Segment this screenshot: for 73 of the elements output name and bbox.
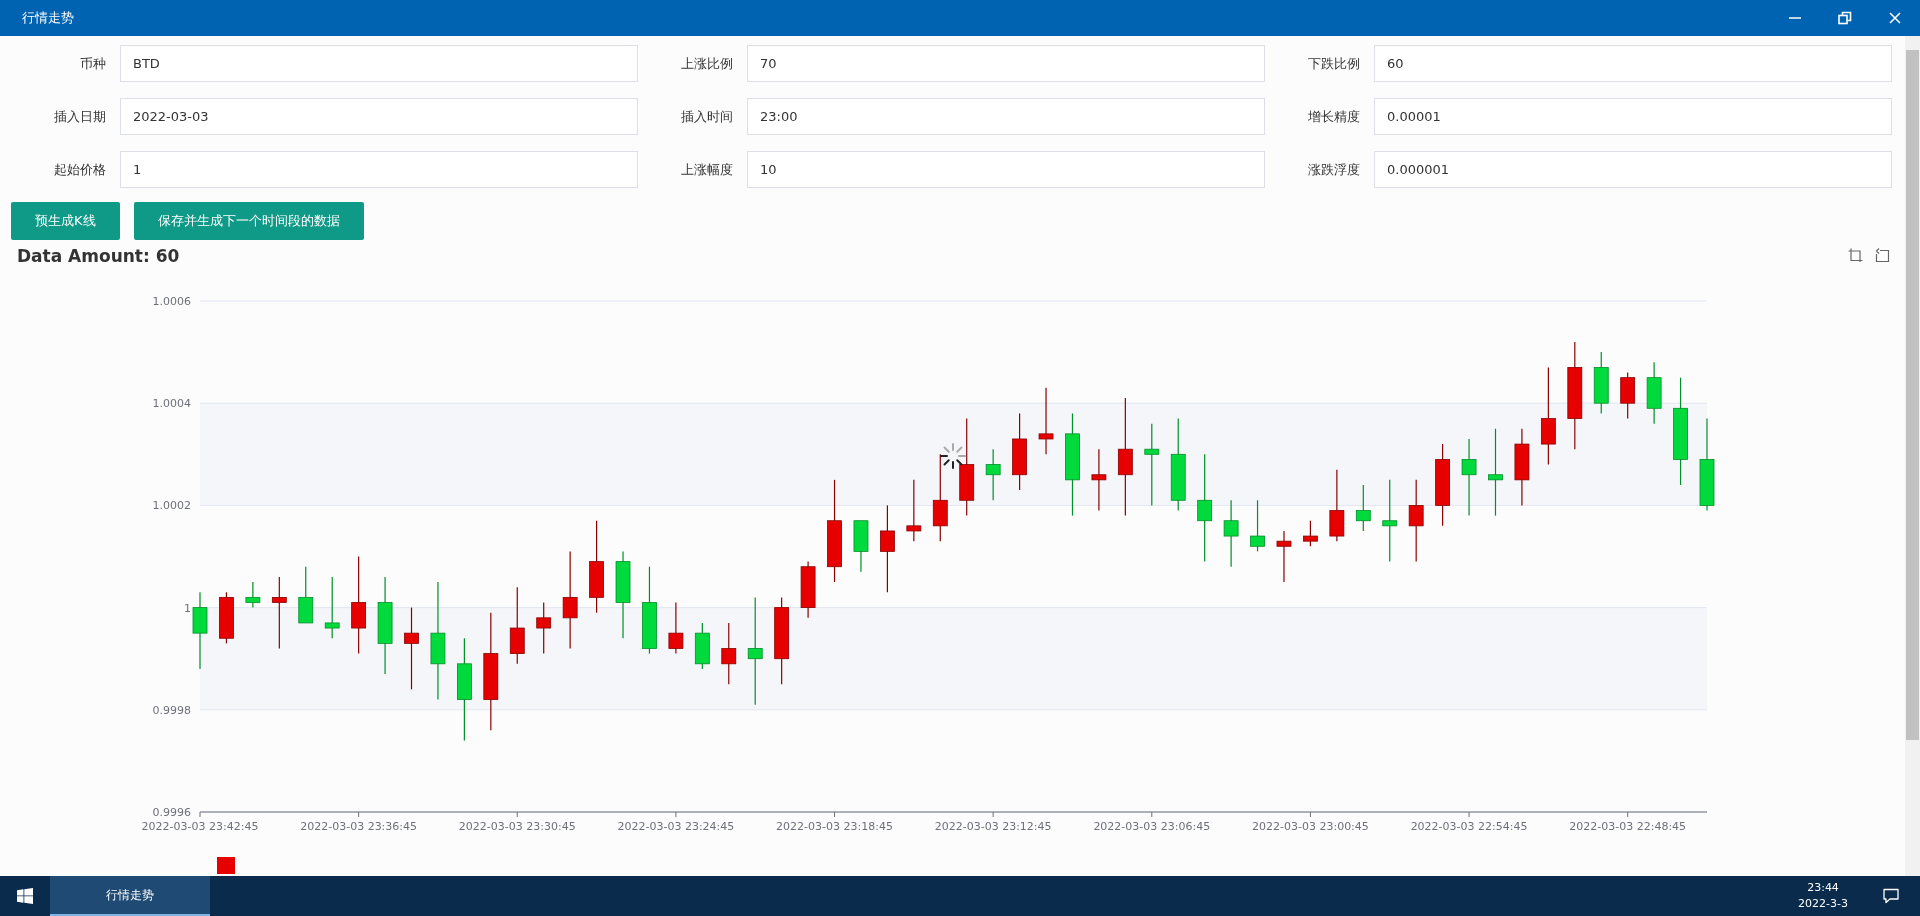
y-axis-label: 1.0006 (152, 295, 191, 308)
input-field[interactable]: 23:00 (747, 98, 1265, 135)
taskbar-item[interactable]: 行情走势 (50, 876, 210, 916)
candlestick (985, 448, 1001, 501)
x-axis-label: 2022-03-03 23:06:45 (1093, 820, 1211, 833)
candlestick (1091, 448, 1107, 512)
loading-spinner-icon (940, 443, 966, 469)
field-label: 起始价格 (53, 160, 106, 179)
reset-icon[interactable] (1875, 248, 1890, 263)
input-field[interactable]: BTD (120, 45, 638, 82)
restore-icon[interactable] (1838, 11, 1852, 25)
input-field[interactable]: 0.000001 (1374, 151, 1892, 188)
field-label: 上涨幅度 (680, 160, 733, 179)
input-field[interactable]: 10 (747, 151, 1265, 188)
input-field[interactable]: 70 (747, 45, 1265, 82)
candlestick (245, 581, 261, 609)
notification-icon[interactable] (1882, 888, 1900, 904)
y-axis-label: 0.9996 (152, 806, 191, 819)
candlestick (906, 479, 922, 542)
windows-logo-icon[interactable] (17, 888, 33, 904)
candlestick (1038, 387, 1054, 455)
x-axis-label: 2022-03-03 23:24:45 (617, 820, 735, 833)
input-field[interactable]: 60 (1374, 45, 1892, 82)
candlestick (1646, 361, 1662, 425)
clock-date: 2022-3-3 (1798, 896, 1848, 912)
x-axis-label: 2022-03-03 22:54:45 (1410, 820, 1528, 833)
candlestick (1355, 484, 1371, 532)
y-axis-label: 1 (184, 601, 191, 615)
field-label: 币种 (79, 54, 106, 73)
candlestick (324, 576, 340, 639)
candlestick (1593, 351, 1609, 415)
window-title: 行情走势 (22, 9, 74, 27)
action-button[interactable]: 预生成K线 (11, 202, 120, 240)
candlestick (1223, 499, 1239, 568)
y-axis-label: 1.0004 (152, 397, 191, 411)
candlestick (1303, 520, 1318, 547)
candlestick (668, 601, 684, 655)
candlestick (1250, 499, 1265, 552)
x-axis-label: 2022-03-03 23:00:45 (1252, 820, 1369, 833)
field-label: 增长精度 (1307, 107, 1360, 126)
field-label: 下跌比例 (1307, 54, 1360, 73)
x-axis-label: 2022-03-03 22:48:45 (1569, 820, 1687, 833)
close-icon[interactable] (1888, 11, 1902, 25)
clock-time: 23:44 (1807, 880, 1839, 896)
x-axis-label: 2022-03-03 23:42:45 (141, 820, 259, 833)
y-axis-label: 0.9998 (152, 703, 191, 717)
zoom-icon[interactable] (1848, 248, 1863, 263)
chart-title: Data Amount: 60 (17, 245, 180, 266)
scrollbar-thumb[interactable] (1906, 50, 1919, 740)
candlestick (219, 591, 234, 644)
input-field[interactable]: 1 (120, 151, 638, 188)
candlestick (1276, 530, 1292, 583)
field-label: 插入时间 (680, 107, 733, 126)
input-field[interactable]: 2022-03-03 (120, 98, 638, 135)
chart-bar (217, 857, 235, 874)
candlestick (1620, 371, 1636, 420)
input-field[interactable]: 0.00001 (1374, 98, 1892, 135)
action-button[interactable]: 保存并生成下一个时间段的数据 (133, 202, 364, 240)
x-axis-label: 2022-03-03 23:12:45 (934, 820, 1052, 833)
candlestick (298, 566, 314, 624)
candlestick (853, 520, 869, 573)
candlestick (721, 622, 737, 685)
candlestick (694, 622, 710, 670)
x-axis-label: 2022-03-03 23:36:45 (300, 820, 418, 833)
y-axis-label: 1.0002 (152, 499, 191, 513)
x-axis-label: 2022-03-03 23:18:45 (776, 820, 893, 833)
scrollbar[interactable] (1905, 36, 1920, 876)
candlestick (800, 561, 816, 619)
candlestick (536, 601, 552, 655)
field-label: 上涨比例 (680, 54, 733, 73)
x-axis-label: 2022-03-03 23:30:45 (458, 820, 576, 833)
field-label: 插入日期 (53, 107, 106, 126)
field-label: 涨跌浮度 (1307, 160, 1360, 179)
